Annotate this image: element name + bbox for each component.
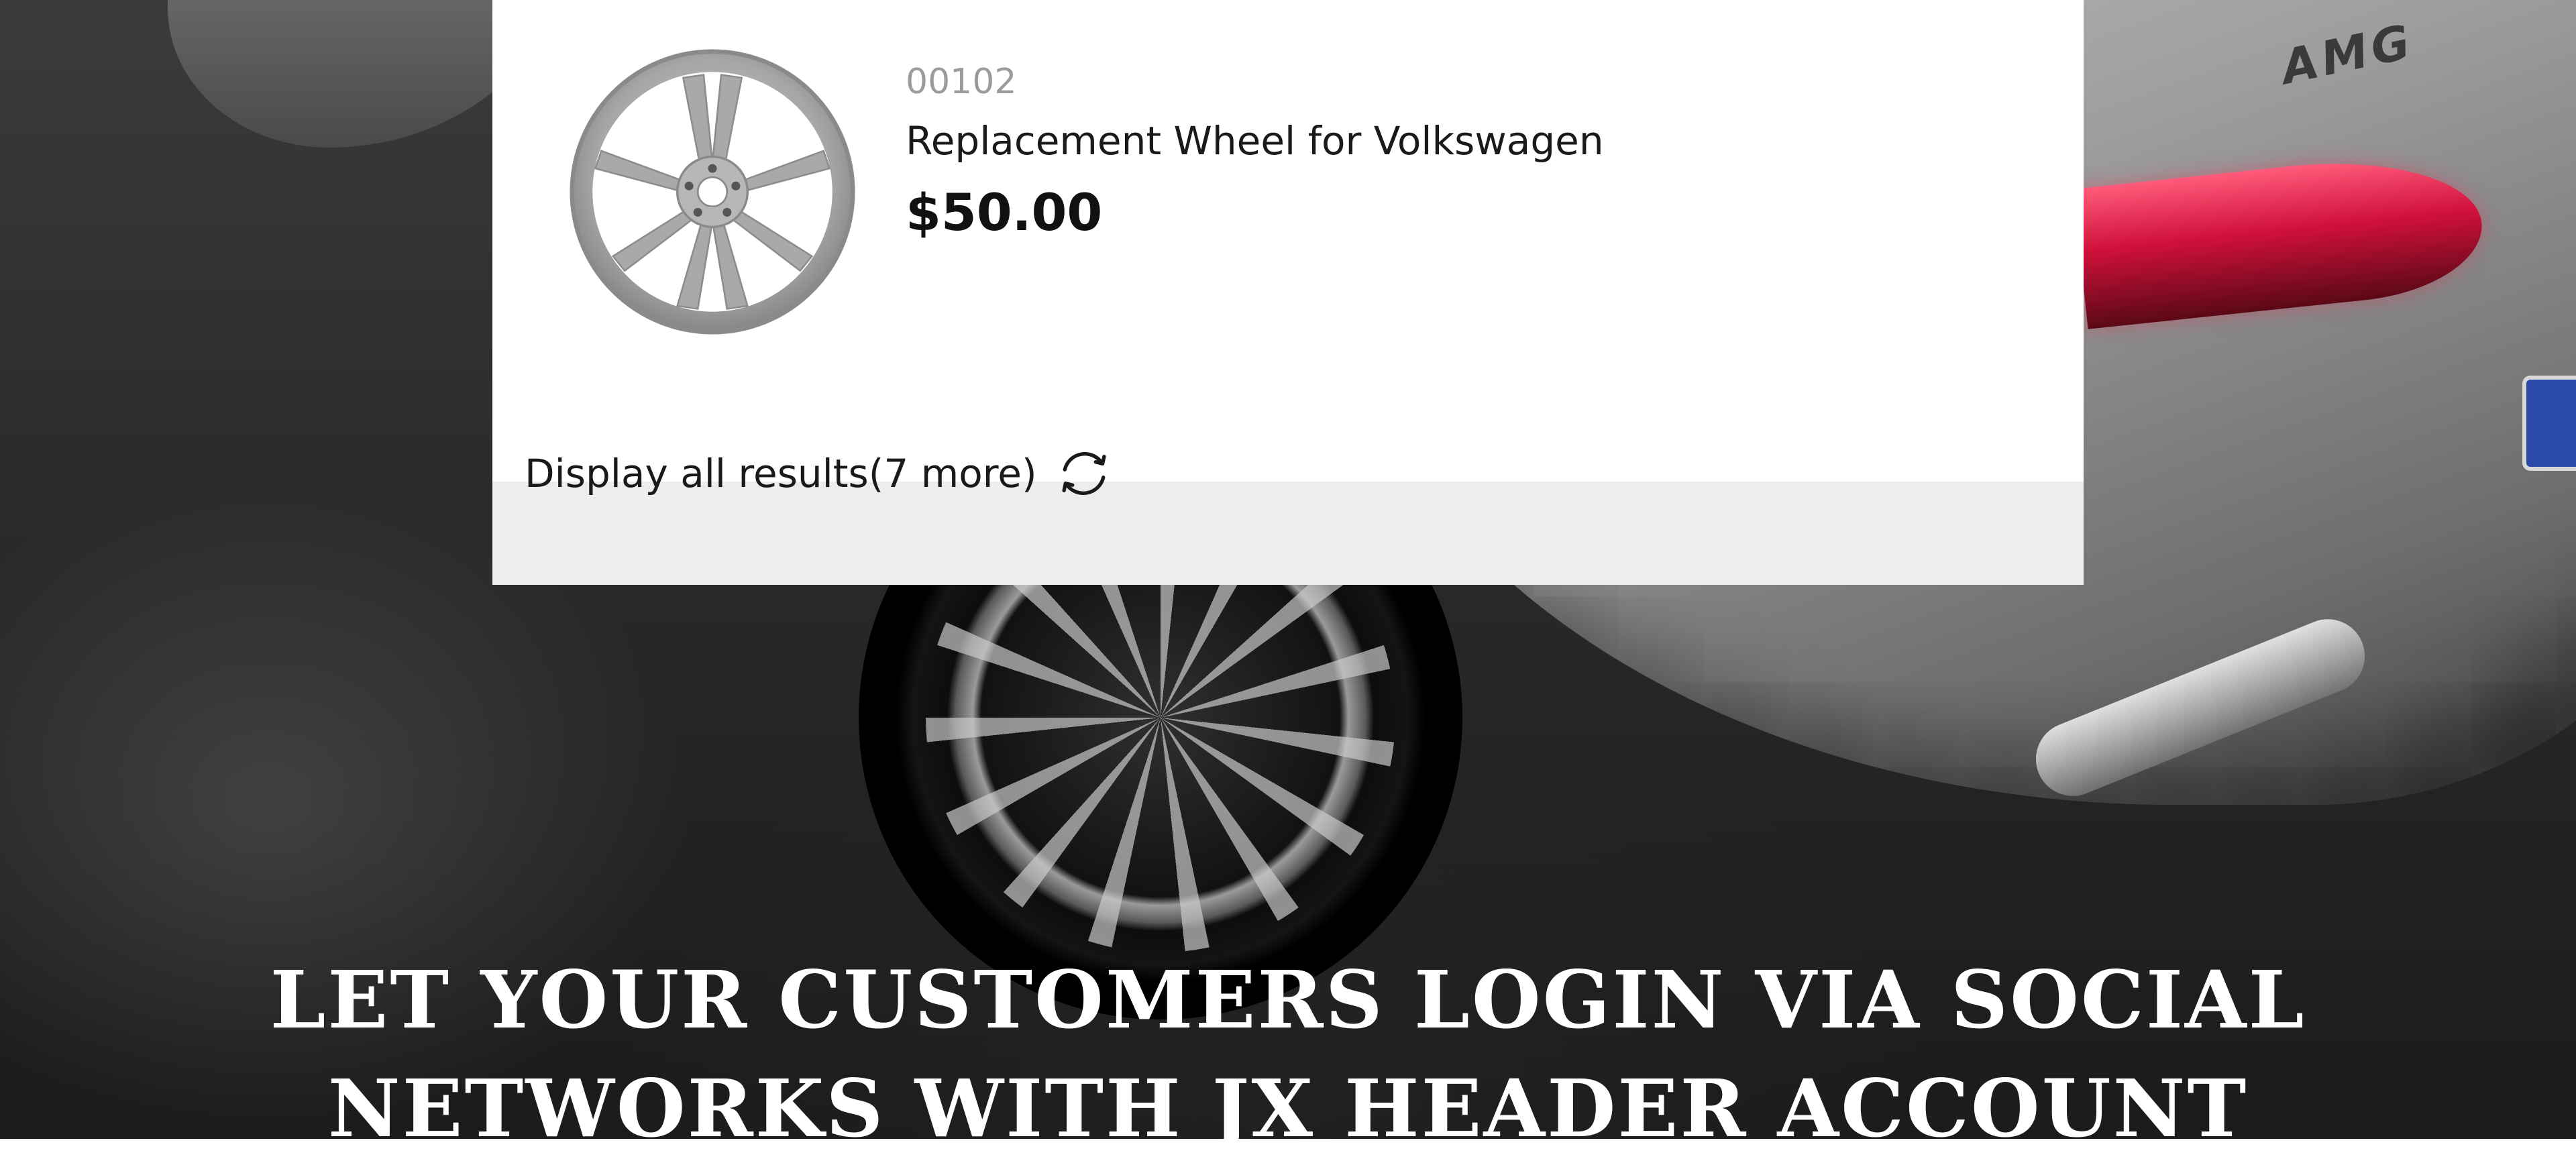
- promo-headline: LET YOUR CUSTOMERS LOGIN VIA SOCIAL NETW…: [0, 946, 2576, 1163]
- promo-headline-line-1: LET YOUR CUSTOMERS LOGIN VIA SOCIAL: [270, 953, 2306, 1046]
- product-thumbnail[interactable]: [566, 46, 859, 338]
- refresh-icon: [1061, 451, 1106, 496]
- display-all-results-link[interactable]: Display all results(7 more): [525, 443, 1115, 504]
- license-plate: [2522, 376, 2576, 471]
- promo-headline-line-2: NETWORKS WITH JX HEADER ACCOUNT: [327, 1062, 2249, 1155]
- product-name-link[interactable]: Replacement Wheel for Volkswagen: [906, 118, 1604, 164]
- product-price: $50.00: [906, 182, 1103, 242]
- product-reference: 00102: [906, 62, 1017, 102]
- display-all-label: Display all results(7 more): [525, 451, 1037, 496]
- wheel-icon: [570, 49, 855, 335]
- search-results-dropdown: 00102 Replacement Wheel for Volkswagen $…: [492, 0, 2084, 585]
